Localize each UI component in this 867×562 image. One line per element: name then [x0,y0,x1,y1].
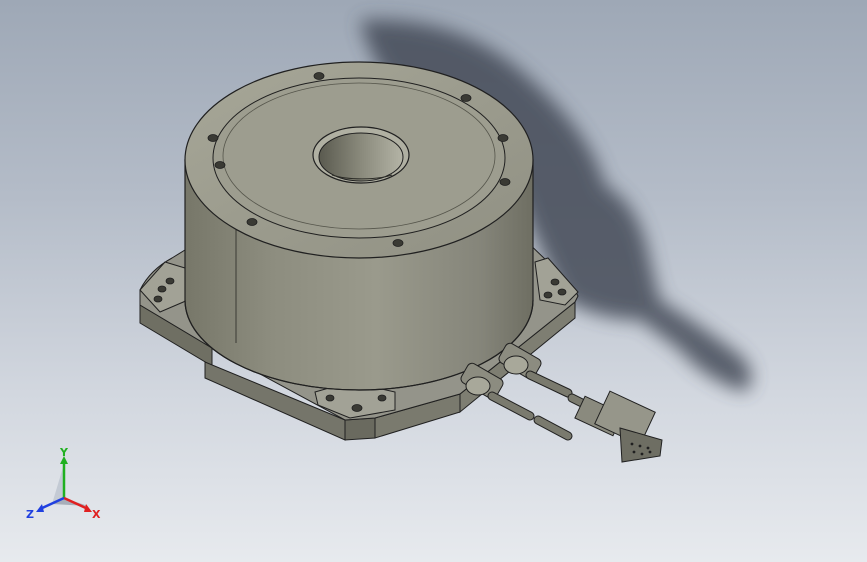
motor-top-face [184,61,534,259]
z-axis-label: Z [26,508,34,521]
motor-3d-model[interactable] [0,0,867,562]
z-axis-arrowhead [36,504,44,512]
cad-graphics-viewport[interactable]: Y X Z [0,0,867,562]
y-axis-label: Y [59,446,69,459]
orientation-triad: Y X Z [26,446,101,521]
x-axis-label: X [92,508,101,521]
